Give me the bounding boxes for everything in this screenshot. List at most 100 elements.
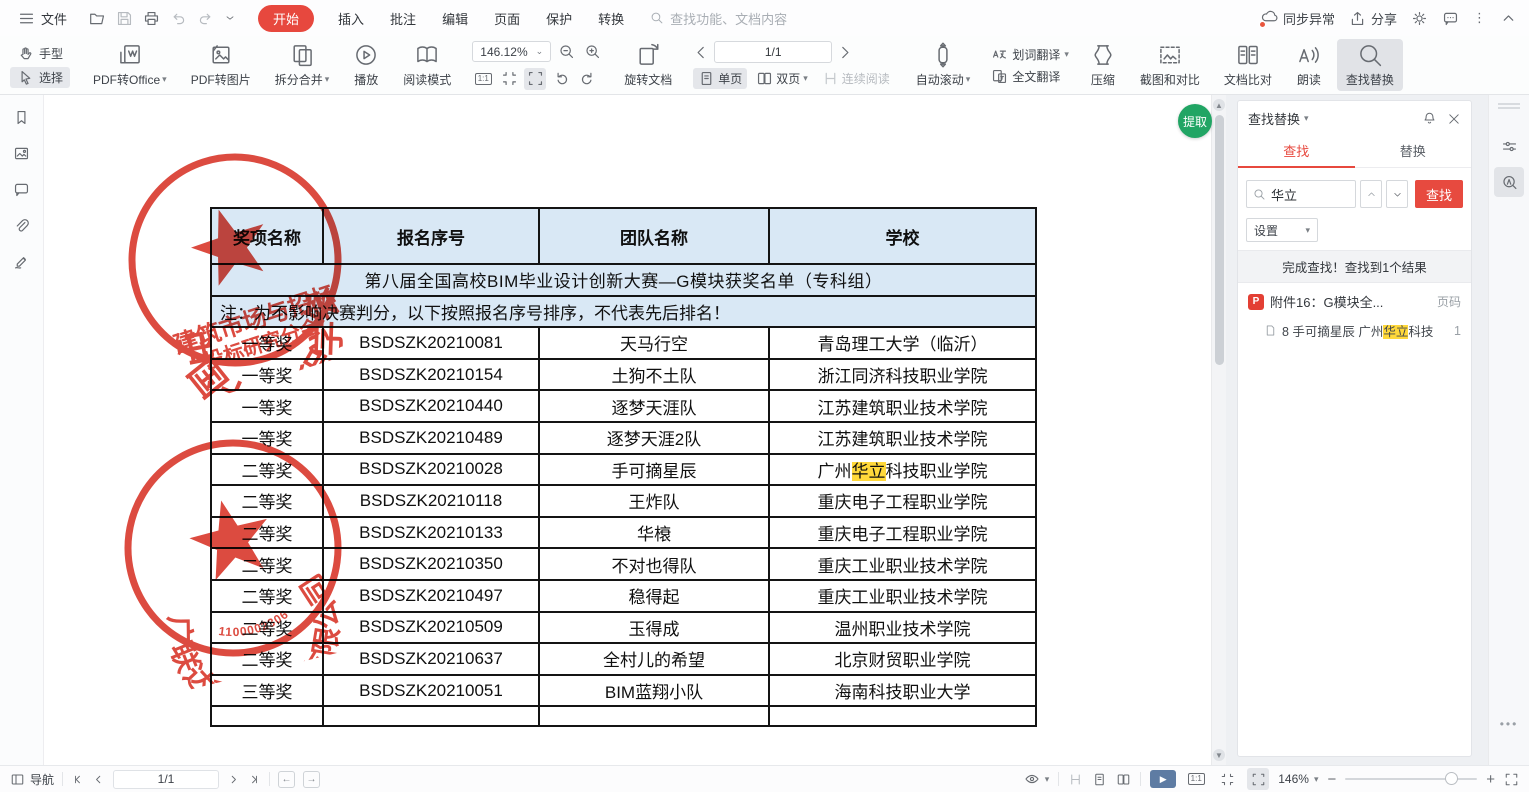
rail-more-icon[interactable]: •••	[1500, 717, 1519, 731]
open-folder-icon[interactable]	[89, 10, 106, 27]
redo-icon[interactable]	[197, 10, 214, 27]
word-translate-button[interactable]: 划词翻译▾	[991, 46, 1069, 63]
fit-page-button[interactable]	[524, 68, 546, 90]
rotate-right-button[interactable]	[576, 68, 598, 90]
zoom-out-button[interactable]	[555, 41, 577, 63]
prev-page-icon[interactable]	[92, 773, 105, 786]
statusbar-page-indicator[interactable]: 1/1	[113, 770, 219, 789]
read-aloud-button[interactable]: 朗读	[1287, 39, 1331, 91]
pdf-to-office-button[interactable]: PDF转Office▾	[84, 39, 176, 91]
fullscreen-icon[interactable]	[1504, 772, 1519, 787]
continuous-reading-button[interactable]: 连续阅读	[817, 68, 895, 89]
select-tool-button[interactable]: 选择	[10, 67, 70, 88]
actual-size-button[interactable]: 1:1	[472, 68, 494, 90]
save-icon[interactable]	[116, 10, 133, 27]
rotate-doc-button[interactable]: 旋转文档	[615, 39, 681, 91]
first-page-icon[interactable]	[71, 773, 84, 786]
zoom-in-button[interactable]	[581, 41, 603, 63]
print-icon[interactable]	[143, 10, 160, 27]
tab-protect[interactable]: 保护	[544, 5, 574, 32]
panel-settings-button[interactable]	[1494, 131, 1524, 161]
page-indicator[interactable]: 1/1	[714, 41, 832, 63]
zoom-slider[interactable]	[1345, 778, 1477, 780]
history-forward-button[interactable]: →	[303, 771, 320, 788]
tab-page[interactable]: 页面	[492, 5, 522, 32]
full-translate-button[interactable]: 全文翻译	[991, 68, 1069, 85]
navigation-toggle-button[interactable]: 导航	[10, 771, 54, 788]
bell-icon[interactable]	[1422, 111, 1437, 126]
bookmarks-icon[interactable]	[13, 109, 30, 126]
settings-gear-icon[interactable]	[1411, 10, 1428, 27]
scrollbar-thumb[interactable]	[1215, 115, 1224, 365]
find-next-button[interactable]	[1386, 180, 1408, 208]
statusbar-actual-size-button[interactable]: 1:1	[1185, 768, 1207, 790]
fit-width-button[interactable]	[498, 68, 520, 90]
collapse-ribbon-icon[interactable]	[1500, 10, 1517, 27]
find-input[interactable]	[1271, 187, 1349, 202]
tab-comment[interactable]: 批注	[388, 5, 418, 32]
thumbnails-icon[interactable]	[13, 145, 30, 162]
find-previous-button[interactable]	[1360, 180, 1382, 208]
prev-page-icon[interactable]	[693, 44, 710, 61]
doc-compare-button[interactable]: 文档比对	[1215, 39, 1281, 91]
scroll-up-button[interactable]: ▲	[1213, 99, 1225, 111]
feedback-comment-icon[interactable]	[1442, 10, 1459, 27]
read-mode-button[interactable]: 阅读模式	[394, 39, 460, 91]
tab-edit[interactable]: 编辑	[440, 5, 470, 32]
find-replace-button[interactable]: 查找替换	[1337, 39, 1403, 91]
tab-convert[interactable]: 转换	[596, 5, 626, 32]
more-menu-icon[interactable]: ⋮	[1473, 10, 1486, 26]
play-slideshow-button[interactable]: 播放	[344, 39, 388, 91]
file-menu[interactable]: 文件	[12, 5, 73, 32]
share-button[interactable]: 分享	[1349, 9, 1397, 28]
scroll-down-button[interactable]: ▼	[1213, 749, 1225, 761]
find-settings-dropdown[interactable]: 设置▾	[1246, 218, 1318, 242]
double-page-button[interactable]: 双页▾	[751, 68, 813, 89]
global-search[interactable]: 查找功能、文档内容	[650, 9, 787, 28]
auto-scroll-button[interactable]: 自动滚动▾	[907, 39, 980, 91]
screenshot-compare-button[interactable]: 截图和对比	[1131, 39, 1209, 91]
continuous-view-icon[interactable]	[1068, 772, 1083, 787]
statusbar-play-button[interactable]: ▶	[1150, 770, 1176, 788]
statusbar-fit-width-button[interactable]	[1216, 768, 1238, 790]
extract-badge[interactable]: 提取	[1178, 104, 1212, 138]
zoom-out-minus[interactable]: −	[1327, 771, 1336, 788]
zoom-value-dropdown[interactable]: 146.12%⌄	[472, 41, 551, 62]
tab-insert[interactable]: 插入	[336, 5, 366, 32]
double-page-view-icon[interactable]	[1116, 772, 1131, 787]
tab-find[interactable]: 查找	[1238, 134, 1355, 167]
pdf-to-image-button[interactable]: PDF转图片	[182, 39, 260, 91]
next-page-icon[interactable]	[227, 773, 240, 786]
document-viewport[interactable]: 第八届全国高校BIM毕业设计创新大赛—G模块获奖名单（专科组） 注：为不影响决赛…	[44, 95, 1226, 765]
panel-title-dropdown-icon[interactable]: ▾	[1304, 114, 1309, 123]
close-panel-icon[interactable]	[1447, 112, 1461, 126]
tab-replace[interactable]: 替换	[1355, 134, 1472, 167]
signature-icon[interactable]	[13, 253, 30, 270]
eye-protect-dropdown[interactable]: ▾	[1024, 771, 1050, 787]
single-page-view-icon[interactable]	[1092, 772, 1107, 787]
statusbar-fit-page-button[interactable]	[1247, 768, 1269, 790]
zoom-in-plus[interactable]: +	[1486, 771, 1495, 788]
statusbar-zoom-dropdown[interactable]: 146%▾	[1278, 772, 1318, 786]
tab-home[interactable]: 开始	[258, 5, 314, 32]
hand-tool-button[interactable]: 手型	[10, 43, 70, 64]
single-page-button[interactable]: 单页	[693, 68, 747, 89]
rotate-left-button[interactable]	[550, 68, 572, 90]
sync-status[interactable]: 同步异常	[1261, 8, 1335, 28]
result-file-row[interactable]: P 附件16：G模块全... 页码	[1238, 283, 1471, 315]
undo-icon[interactable]	[170, 10, 187, 27]
last-page-icon[interactable]	[248, 773, 261, 786]
rail-find-replace-button[interactable]	[1494, 167, 1524, 197]
zoom-slider-knob[interactable]	[1445, 772, 1458, 785]
history-back-button[interactable]: ←	[278, 771, 295, 788]
split-merge-button[interactable]: 拆分合并▾	[266, 39, 339, 91]
next-page-icon[interactable]	[836, 44, 853, 61]
compress-button[interactable]: 压缩	[1081, 39, 1125, 91]
search-result-item[interactable]: 8 手可摘星辰 广州华立科技 1	[1238, 315, 1471, 346]
quickbar-dropdown-icon[interactable]	[224, 12, 236, 24]
vertical-scrollbar[interactable]: ▲ ▼	[1211, 95, 1226, 765]
find-button[interactable]: 查找	[1415, 180, 1463, 208]
comments-icon[interactable]	[13, 181, 30, 198]
attachments-icon[interactable]	[13, 217, 30, 234]
panel-drag-handle[interactable]	[1498, 103, 1520, 109]
